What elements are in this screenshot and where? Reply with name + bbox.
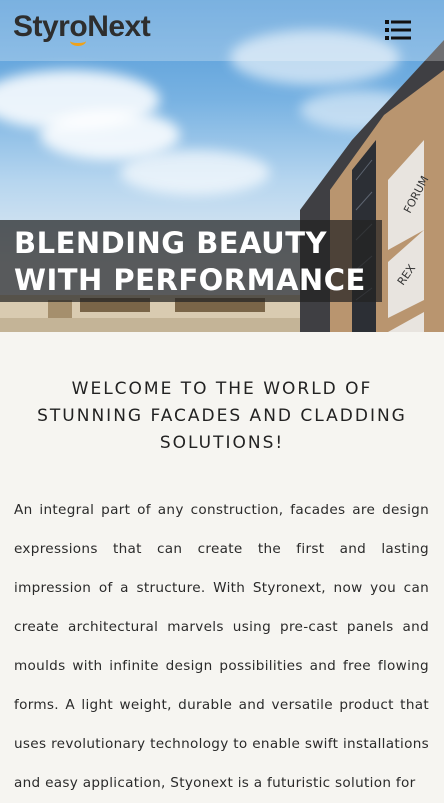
welcome-heading: WELCOME TO THE WORLD OF STUNNING FACADES… <box>37 379 407 453</box>
hero-section: FORUM REX StyroNext BLENDING BEAUTY WITH… <box>0 0 444 332</box>
styronext-logo[interactable]: StyroNext <box>13 10 151 46</box>
hamburger-menu-icon <box>385 20 411 40</box>
logo-text-suffix: Next <box>87 10 151 43</box>
logo-text-o: o <box>69 10 88 46</box>
logo-text-prefix: Styr <box>13 10 70 43</box>
intro-paragraph: An integral part of any construction, fa… <box>14 502 429 791</box>
hero-headline-line2: WITH PERFORMANCE <box>14 263 366 297</box>
hamburger-menu-button[interactable] <box>385 19 411 41</box>
site-header: StyroNext <box>0 0 444 61</box>
hero-headline-line1: BLENDING BEAUTY <box>14 226 327 260</box>
hero-headline: BLENDING BEAUTY WITH PERFORMANCE <box>14 225 366 299</box>
